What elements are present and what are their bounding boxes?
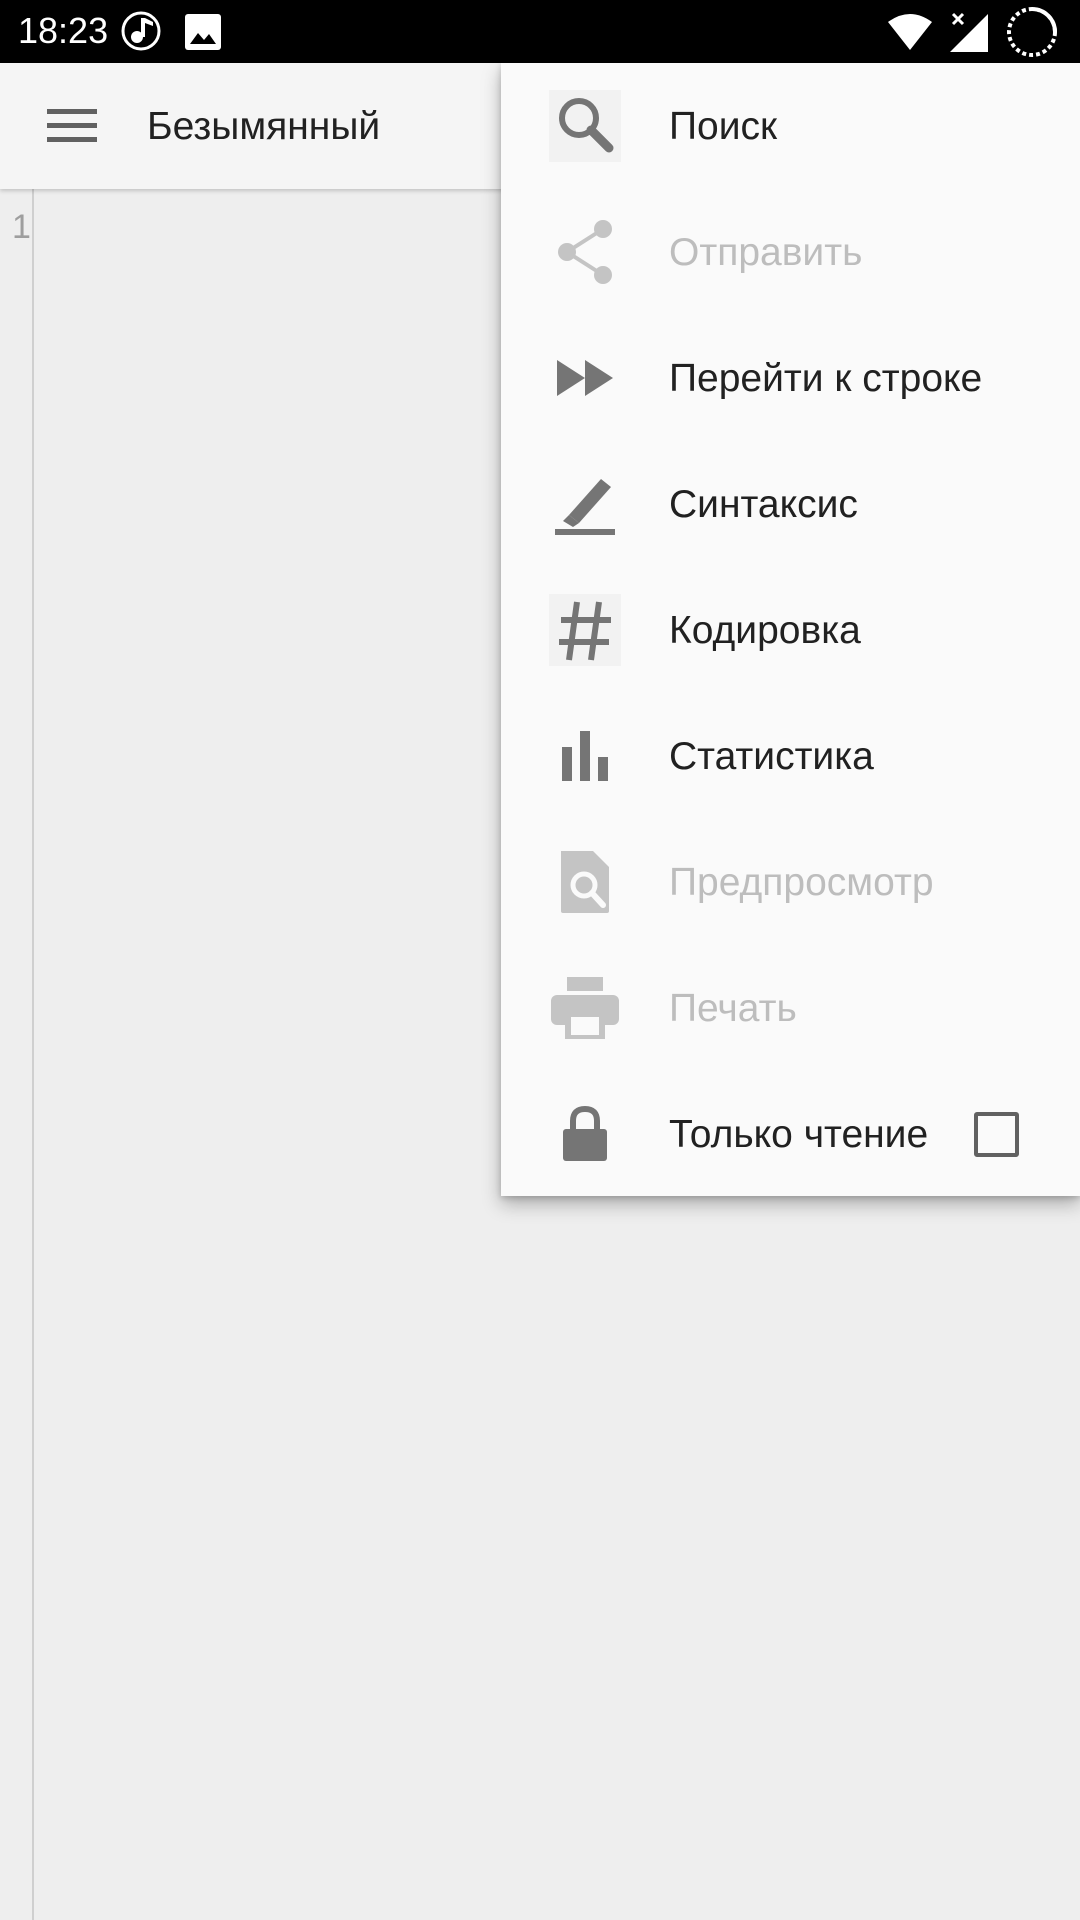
search-icon — [545, 90, 625, 162]
hash-icon — [545, 594, 625, 666]
menu-item-print[interactable]: Печать — [501, 945, 1080, 1071]
signal-icon — [948, 10, 990, 59]
music-note-icon — [120, 10, 162, 57]
line-number-gutter: 1 — [0, 189, 34, 1920]
overflow-menu: Поиск Отправить Перейти к строке Синтакс… — [501, 63, 1080, 1196]
status-time: 18:23 — [18, 10, 109, 51]
document-title: Безымянный — [147, 105, 381, 148]
line-number: 1 — [12, 208, 31, 246]
menu-item-label: Кодировка — [669, 609, 861, 652]
wifi-icon — [886, 12, 934, 57]
bar-chart-icon — [545, 720, 625, 792]
status-bar: 18:23 — [0, 0, 1080, 63]
menu-item-preview[interactable]: Предпросмотр — [501, 819, 1080, 945]
share-icon — [545, 216, 625, 288]
preview-icon — [545, 846, 625, 918]
menu-item-search[interactable]: Поиск — [501, 63, 1080, 189]
menu-item-label: Статистика — [669, 735, 874, 778]
menu-item-statistics[interactable]: Статистика — [501, 693, 1080, 819]
menu-item-label: Печать — [669, 987, 797, 1030]
menu-item-label: Только чтение — [669, 1113, 929, 1156]
fast-forward-icon — [545, 342, 625, 414]
menu-item-share[interactable]: Отправить — [501, 189, 1080, 315]
print-icon — [545, 972, 625, 1044]
menu-item-label: Предпросмотр — [669, 861, 934, 904]
sync-progress-icon — [1004, 4, 1060, 65]
menu-item-label: Поиск — [669, 105, 778, 148]
read-only-checkbox[interactable] — [974, 1112, 1019, 1157]
image-icon — [183, 12, 223, 57]
menu-item-read-only[interactable]: Только чтение — [501, 1071, 1080, 1197]
menu-item-label: Перейти к строке — [669, 357, 983, 400]
menu-item-label: Синтаксис — [669, 483, 858, 526]
highlight-pen-icon — [545, 468, 625, 540]
menu-item-label: Отправить — [669, 231, 863, 274]
menu-item-encoding[interactable]: Кодировка — [501, 567, 1080, 693]
hamburger-menu-icon[interactable] — [36, 91, 108, 161]
lock-icon — [545, 1098, 625, 1170]
menu-item-syntax[interactable]: Синтаксис — [501, 441, 1080, 567]
menu-item-go-to-line[interactable]: Перейти к строке — [501, 315, 1080, 441]
